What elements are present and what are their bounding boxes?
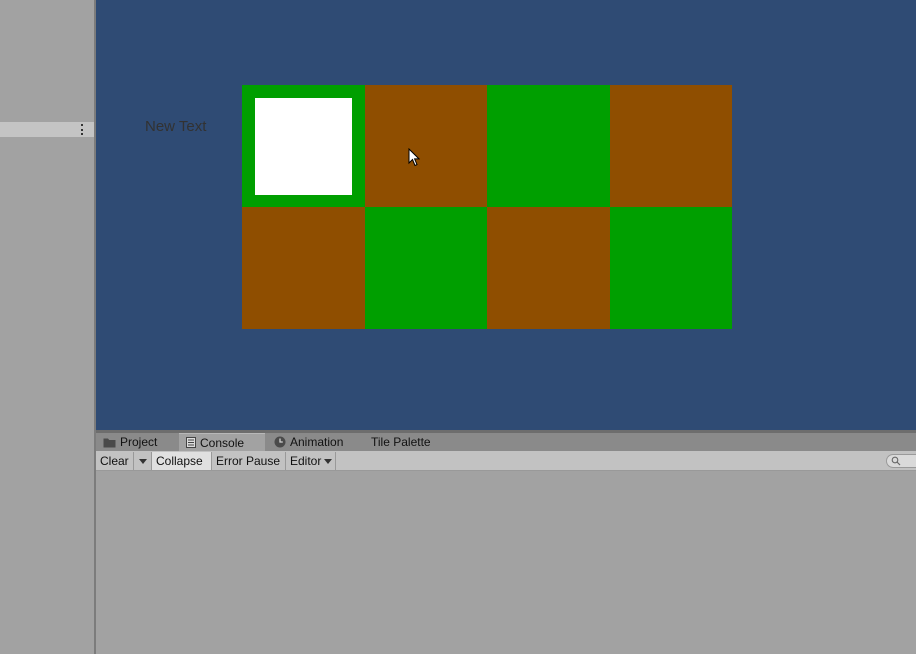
- console-search-input[interactable]: [886, 454, 916, 468]
- scene-text-label: New Text: [145, 118, 207, 135]
- clear-button[interactable]: Clear: [96, 452, 134, 470]
- collapse-label: Collapse: [156, 454, 203, 468]
- tile-brown: [242, 207, 365, 329]
- search-icon: [891, 456, 901, 466]
- console-log-area[interactable]: [96, 471, 916, 654]
- tab-label: Animation: [290, 435, 344, 449]
- tab-label: Console: [200, 435, 245, 450]
- folder-icon: [103, 438, 116, 447]
- tab-console[interactable]: Console: [179, 433, 265, 451]
- tile-brown: [609, 85, 732, 207]
- chevron-down-icon: [139, 458, 147, 464]
- editor-dropdown[interactable]: Editor: [286, 452, 336, 470]
- panel-tab-bar: Project Console Animation Tile Palette: [96, 433, 916, 451]
- editor-label: Editor: [290, 454, 322, 468]
- chevron-down-icon: [324, 458, 333, 464]
- error-pause-label: Error Pause: [216, 454, 281, 468]
- tile-board: [242, 85, 732, 329]
- game-view[interactable]: New Text: [96, 0, 916, 430]
- tile-brown: [364, 85, 487, 207]
- hierarchy-header-bar: [0, 122, 94, 137]
- console-icon: [186, 437, 196, 448]
- clock-icon: [274, 436, 286, 448]
- clear-label: Clear: [100, 454, 129, 468]
- tile-green: [487, 85, 610, 207]
- kebab-menu-icon[interactable]: [81, 124, 84, 135]
- console-panel: Project Console Animation Tile Palette C…: [96, 433, 916, 654]
- tab-label: Project: [120, 435, 158, 449]
- console-toolbar: Clear Collapse Error Pause Editor: [96, 451, 916, 471]
- tab-project[interactable]: Project: [96, 433, 176, 451]
- tile-selection-highlight: [255, 98, 352, 195]
- tile-brown: [487, 207, 610, 329]
- collapse-button[interactable]: Collapse: [152, 452, 212, 470]
- hierarchy-panel: [0, 0, 94, 654]
- tab-animation[interactable]: Animation: [267, 433, 361, 451]
- clear-options-dropdown[interactable]: [134, 452, 152, 470]
- error-pause-button[interactable]: Error Pause: [212, 452, 286, 470]
- tile-green: [609, 207, 732, 329]
- tile-green: [242, 85, 365, 207]
- tab-label: Tile Palette: [371, 435, 431, 449]
- tab-tile-palette[interactable]: Tile Palette: [364, 433, 444, 451]
- mouse-cursor-icon: [408, 148, 420, 167]
- tile-green: [364, 207, 487, 329]
